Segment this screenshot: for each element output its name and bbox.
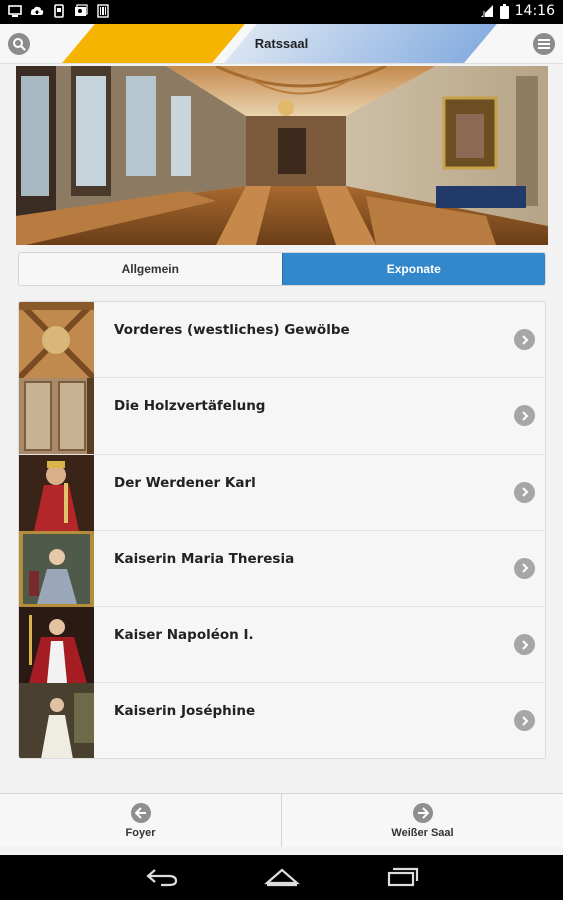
chevron-right-icon	[514, 710, 535, 732]
exhibit-thumbnail	[19, 683, 94, 758]
phone-icon	[54, 4, 64, 18]
hero-image	[16, 66, 548, 245]
exhibit-label: Der Werdener Karl	[114, 474, 256, 491]
exhibit-thumbnail	[19, 607, 94, 684]
app-header: Ratssaal	[0, 24, 563, 64]
list-item[interactable]: Kaiserin Maria Theresia	[19, 530, 545, 608]
list-item[interactable]: Der Werdener Karl	[19, 454, 545, 531]
next-room-button[interactable]: Weißer Saal	[282, 794, 563, 847]
exhibit-label: Die Holzvertäfelung	[114, 398, 266, 415]
exhibit-thumbnail	[19, 454, 94, 531]
status-bar: 14:16	[0, 0, 563, 24]
menu-button[interactable]	[533, 33, 555, 55]
exhibit-label: Vorderes (westliches) Gewölbe	[114, 322, 350, 338]
chevron-right-icon	[514, 634, 535, 656]
back-icon[interactable]	[145, 867, 179, 887]
exhibit-label: Kaiser Napoléon I.	[114, 627, 254, 644]
system-navigation-bar	[0, 855, 563, 900]
search-button[interactable]	[8, 33, 30, 55]
list-item[interactable]: Die Holzvertäfelung	[19, 378, 545, 455]
tab-allgemein[interactable]: Allgemein	[19, 253, 282, 285]
tab-exponate[interactable]: Exponate	[281, 253, 545, 285]
photo-icon	[75, 4, 88, 16]
exhibit-list: Vorderes (westliches) Gewölbe Die Holzve…	[18, 301, 546, 759]
recents-icon[interactable]	[387, 867, 419, 887]
exhibit-label: Kaiserin Maria Theresia	[114, 550, 295, 567]
tab-bar: Allgemein Exponate	[18, 252, 546, 286]
prev-room-button[interactable]: Foyer	[0, 794, 282, 847]
cloud-upload-icon	[30, 6, 44, 15]
page-title: Ratssaal	[254, 36, 309, 51]
bottom-navigation: Foyer Weißer Saal	[0, 793, 563, 847]
screen-icon	[8, 5, 22, 17]
barcode-icon	[97, 4, 109, 18]
signal-icon	[480, 5, 493, 17]
exhibit-thumbnail	[19, 302, 94, 378]
chevron-right-icon	[514, 405, 535, 427]
list-item[interactable]: Kaiserin Joséphine	[19, 683, 545, 758]
home-icon[interactable]	[264, 867, 300, 887]
chevron-right-icon	[514, 329, 535, 350]
chevron-right-icon	[514, 481, 535, 503]
exhibit-thumbnail	[19, 530, 94, 607]
next-room-label: Weißer Saal	[391, 826, 454, 839]
chevron-right-icon	[514, 557, 535, 579]
list-item[interactable]: Vorderes (westliches) Gewölbe	[19, 302, 545, 379]
clock: 14:16	[514, 3, 555, 19]
list-item[interactable]: Kaiser Napoléon I.	[19, 607, 545, 684]
search-icon	[13, 38, 26, 51]
arrow-left-icon	[130, 802, 151, 823]
battery-icon	[499, 3, 509, 19]
exhibit-label: Kaiserin Joséphine	[114, 703, 256, 720]
prev-room-label: Foyer	[125, 826, 156, 839]
exhibit-thumbnail	[19, 378, 94, 455]
menu-icon	[538, 39, 550, 49]
arrow-right-icon	[412, 802, 433, 823]
